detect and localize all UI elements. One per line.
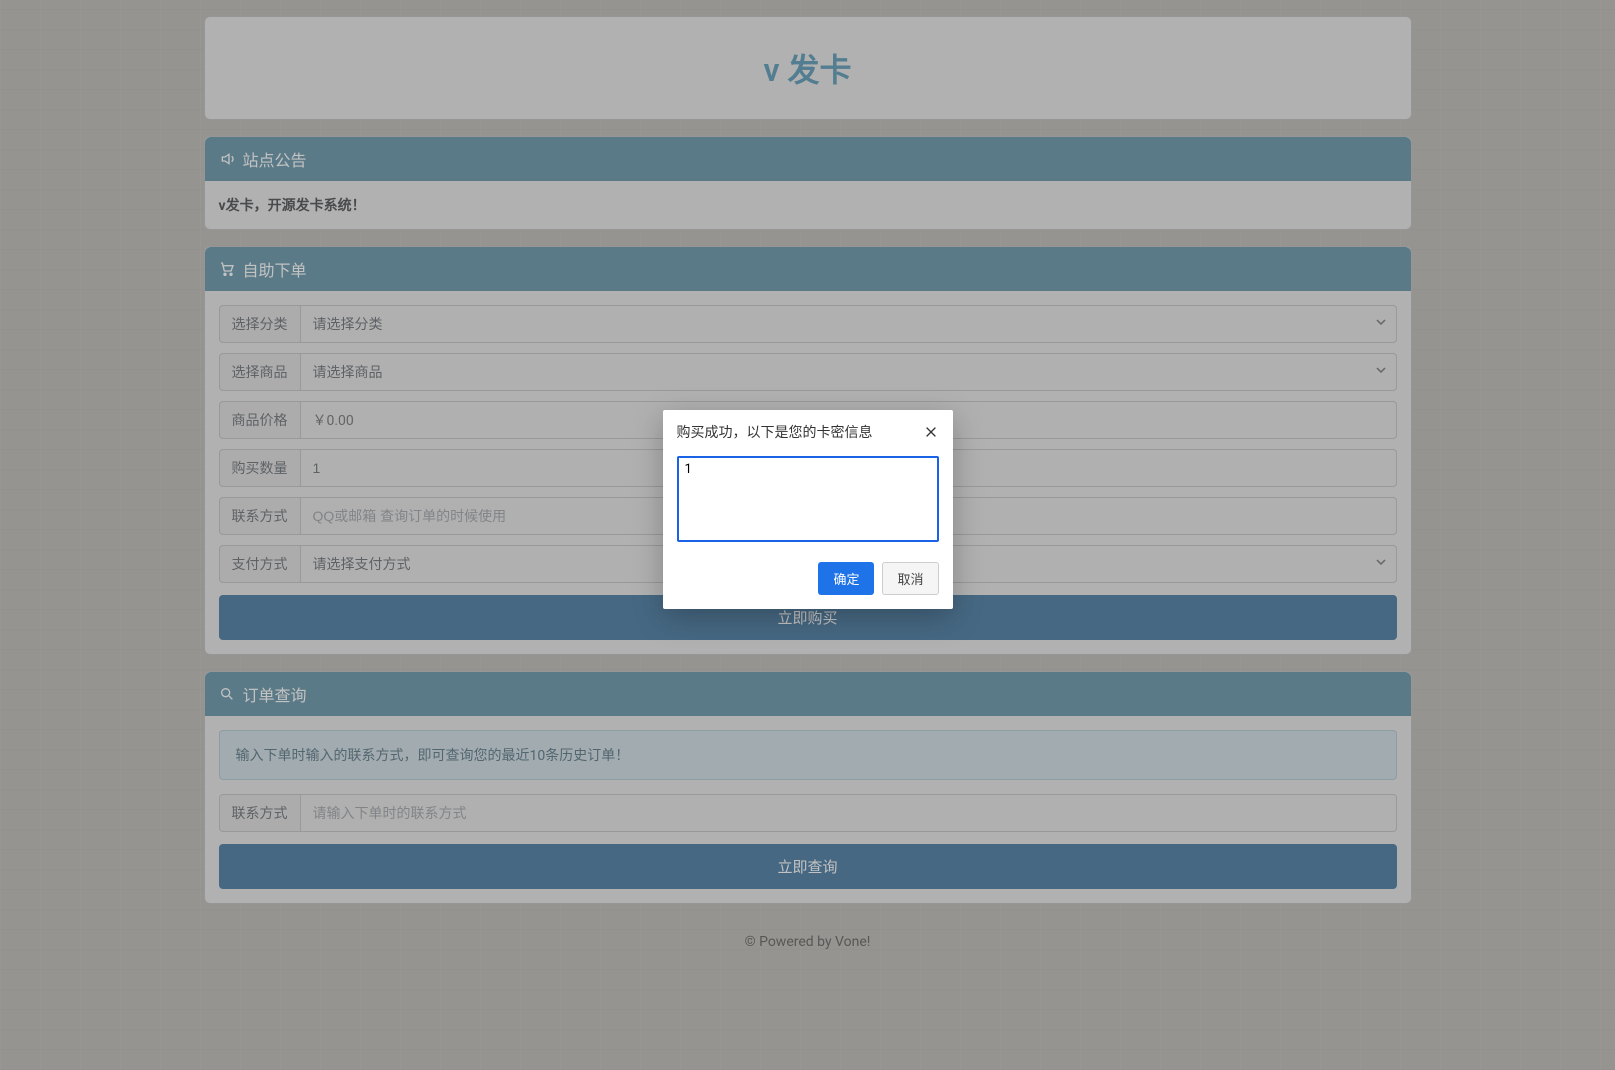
confirm-button[interactable]: 确定 [818, 562, 874, 595]
cancel-button[interactable]: 取消 [882, 562, 938, 595]
close-icon[interactable] [923, 424, 939, 440]
card-key-textarea[interactable]: 1 [677, 456, 939, 542]
modal-overlay[interactable]: 购买成功，以下是您的卡密信息 1 确定 取消 [0, 0, 1615, 1070]
success-modal: 购买成功，以下是您的卡密信息 1 确定 取消 [663, 410, 953, 609]
modal-title: 购买成功，以下是您的卡密信息 [677, 422, 873, 442]
